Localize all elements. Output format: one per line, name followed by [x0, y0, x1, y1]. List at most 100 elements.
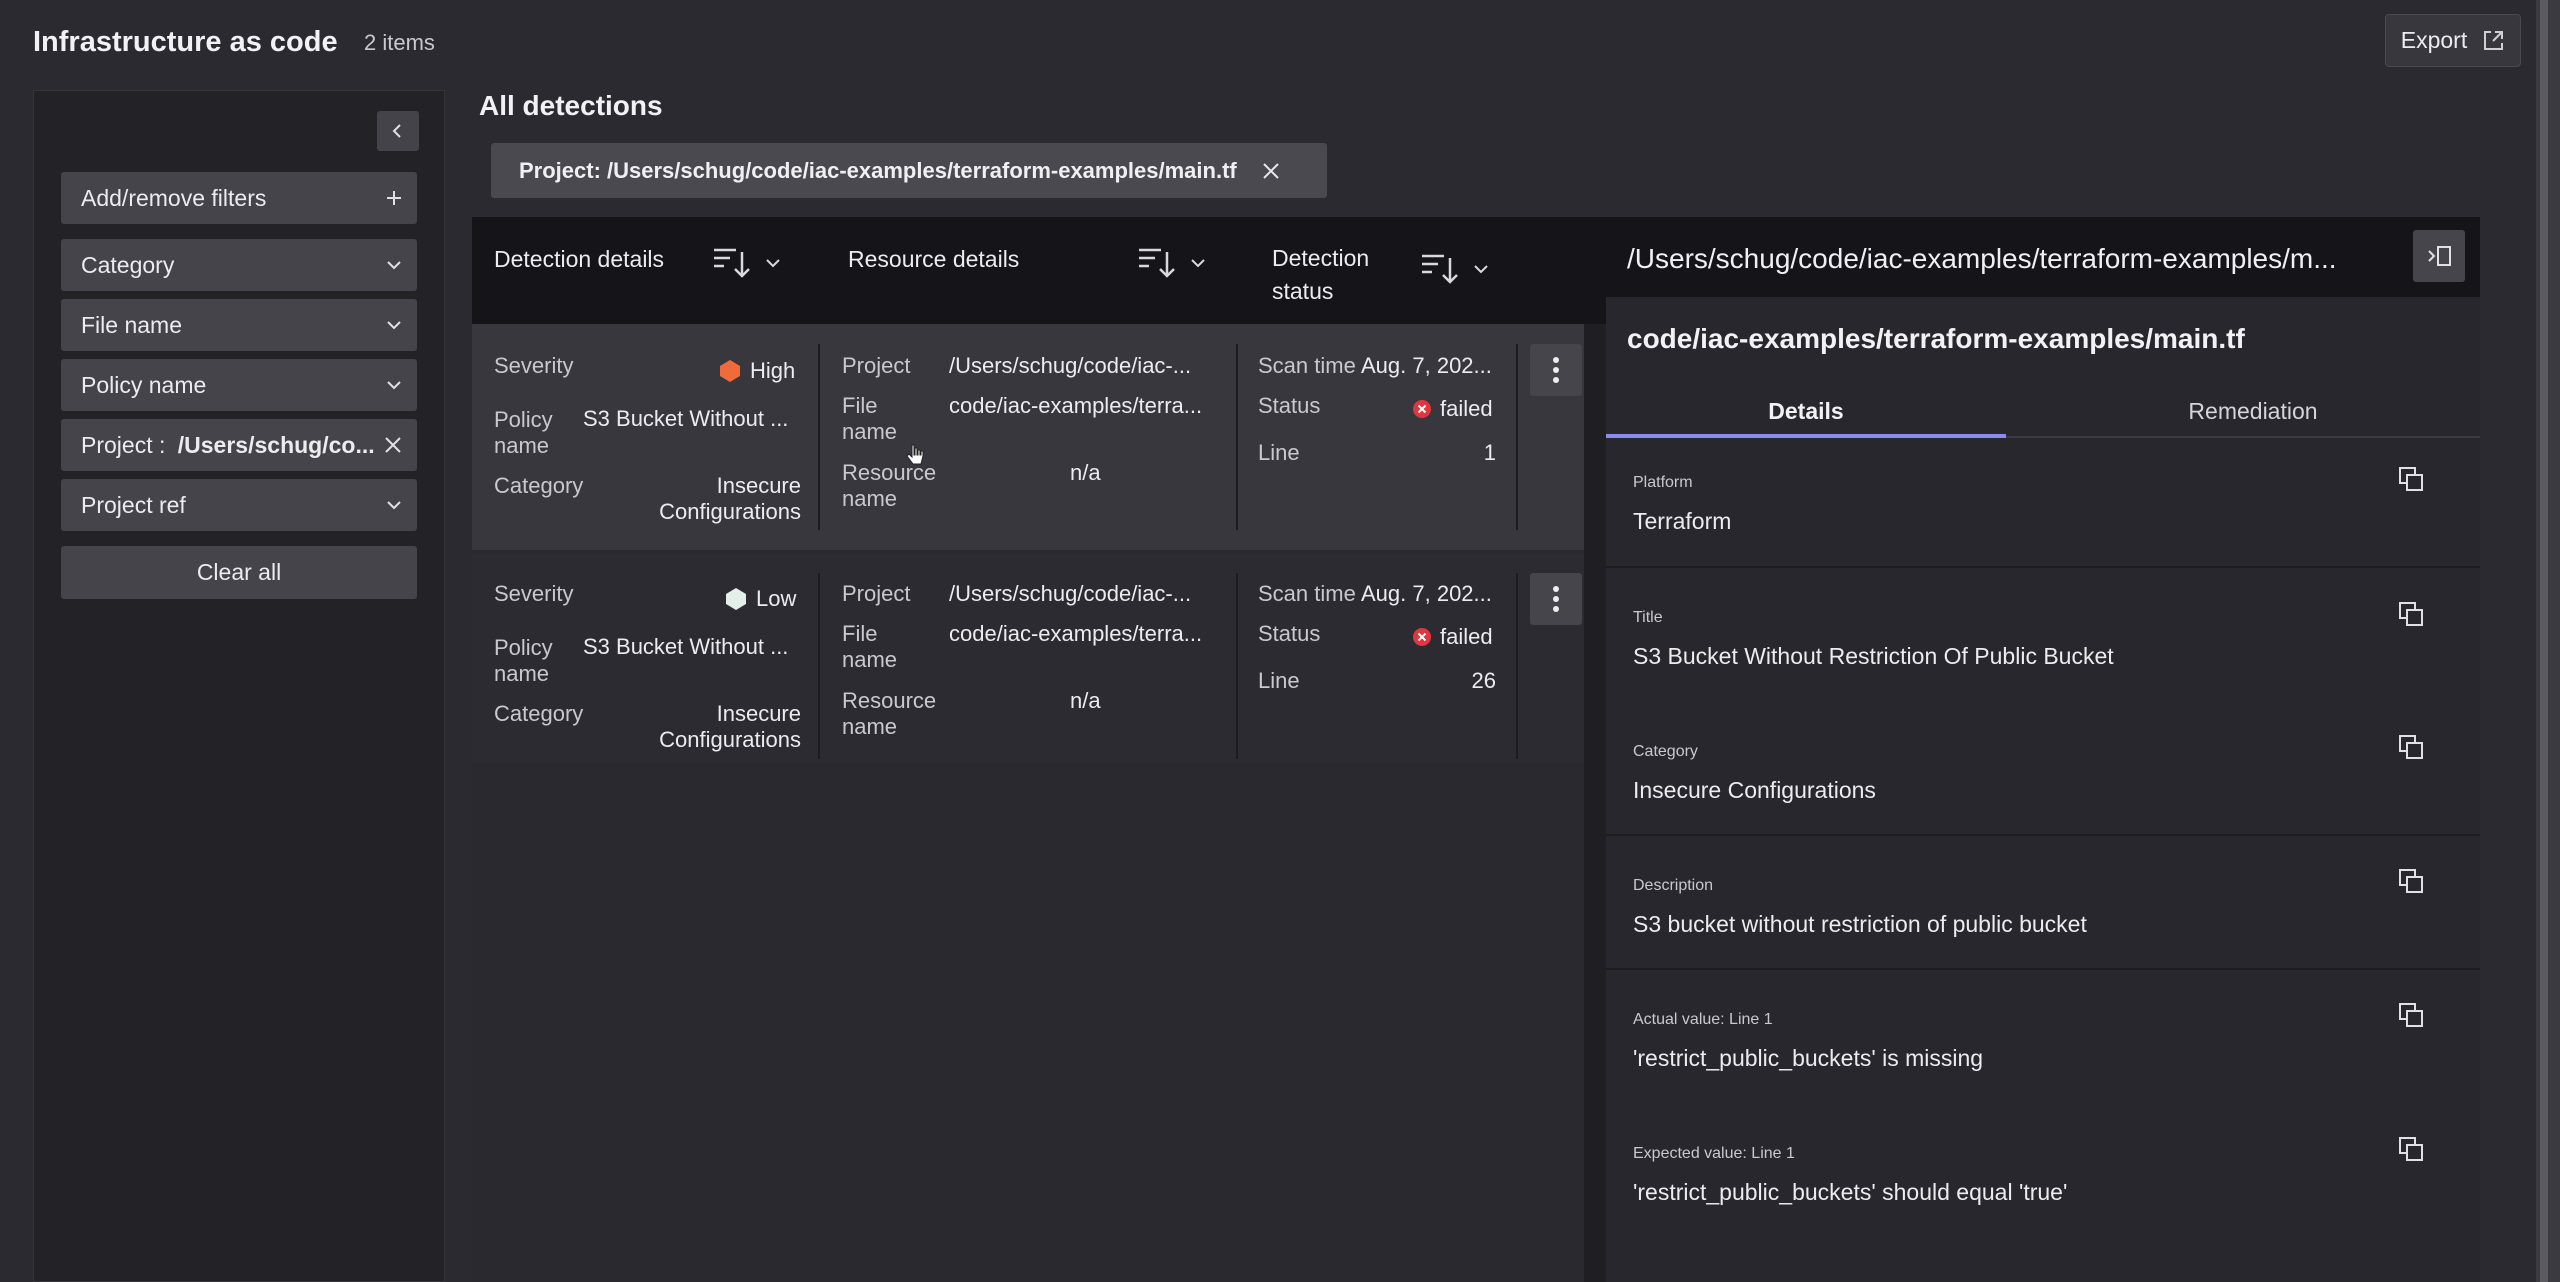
column-header-detection-status[interactable]: Detection status: [1272, 242, 1369, 308]
column-header-resource-details[interactable]: Resource details: [848, 246, 1019, 273]
value-line: Configurations: [659, 499, 801, 524]
sort-detection-details[interactable]: [712, 246, 782, 280]
tab-remediation[interactable]: Remediation: [2053, 398, 2453, 425]
policy-name-value: S3 Bucket Without ...: [583, 634, 789, 659]
export-label: Export: [2400, 27, 2468, 53]
resource-name-value: n/a: [1070, 688, 1101, 713]
table-scrollbar[interactable]: [1584, 324, 1606, 1282]
field-divider: [1606, 968, 2480, 970]
detail-panel: [1606, 217, 2480, 1282]
label-line: File: [842, 621, 878, 646]
filter-project-ref-dropdown[interactable]: Project ref: [61, 479, 417, 531]
field-label-category: Category: [1633, 743, 1698, 760]
detail-panel-title: code/iac-examples/terraform-examples/mai…: [1627, 323, 2245, 354]
copy-icon[interactable]: [2398, 1002, 2424, 1028]
column-header-line1: Detection: [1272, 245, 1370, 271]
severity-label: Severity: [494, 353, 574, 378]
field-value-category: Insecure Configurations: [1633, 777, 1876, 803]
column-divider: [818, 573, 820, 759]
filter-project-active[interactable]: Project : /Users/schug/co...: [61, 419, 417, 471]
copy-icon[interactable]: [2398, 868, 2424, 894]
clear-all-button[interactable]: Clear all: [61, 546, 417, 599]
row-actions-button[interactable]: [1530, 344, 1582, 396]
field-value-title: S3 Bucket Without Restriction Of Public …: [1633, 643, 2114, 669]
page-title: Infrastructure as code: [33, 26, 338, 58]
sort-detection-status[interactable]: [1420, 252, 1490, 286]
chevron-down-icon: [385, 379, 403, 391]
more-vertical-icon: [1552, 585, 1560, 613]
chevron-down-icon: [764, 257, 782, 269]
close-icon[interactable]: [1261, 161, 1281, 181]
mouse-cursor-icon: [906, 443, 924, 467]
page-scrollbar[interactable]: [2540, 0, 2548, 1282]
project-value: /Users/schug/code/iac-...: [949, 581, 1192, 606]
field-label-actual-value: Actual value: Line 1: [1633, 1011, 1773, 1028]
label-line: name: [842, 647, 898, 672]
column-divider: [1516, 344, 1518, 530]
status-value: failed: [1412, 396, 1493, 422]
sort-resource-details[interactable]: [1137, 246, 1207, 280]
label-line: Resource: [842, 688, 937, 713]
error-icon: [1412, 399, 1432, 419]
filter-label: Project ref: [81, 491, 186, 518]
tab-details[interactable]: Details: [1606, 398, 2006, 425]
close-icon[interactable]: [383, 435, 403, 455]
status-text: failed: [1440, 624, 1493, 649]
policy-name-value: S3 Bucket Without ...: [583, 406, 789, 431]
filter-file-name-dropdown[interactable]: File name: [61, 299, 417, 351]
copy-icon[interactable]: [2398, 466, 2424, 492]
filter-label: File name: [81, 311, 182, 338]
chevron-left-icon: [390, 123, 406, 139]
column-header-detection-details[interactable]: Detection details: [494, 246, 664, 273]
copy-icon[interactable]: [2398, 734, 2424, 760]
status-value: failed: [1412, 624, 1493, 650]
close-panel-button[interactable]: [2413, 230, 2465, 282]
scan-time-label: Scan time: [1258, 353, 1356, 378]
filter-policy-name-dropdown[interactable]: Policy name: [61, 359, 417, 411]
status-text: failed: [1440, 396, 1493, 421]
resource-name-value: n/a: [1070, 460, 1101, 485]
collapse-sidebar-button[interactable]: [377, 111, 419, 151]
field-label-title: Title: [1633, 609, 1663, 626]
section-heading: All detections: [479, 90, 663, 121]
file-name-value: code/iac-examples/terra...: [949, 621, 1203, 646]
line-value: 1: [1483, 440, 1496, 465]
filter-label: Project : /Users/schug/co...: [81, 432, 375, 459]
filter-label: Policy name: [81, 371, 207, 398]
panel-collapse-icon: [2426, 245, 2452, 267]
status-label: Status: [1258, 393, 1321, 418]
column-divider: [818, 344, 820, 530]
scan-time-label: Scan time: [1258, 581, 1356, 606]
scan-time-value: Aug. 7, 202...: [1361, 353, 1492, 378]
sort-icon: [1137, 246, 1177, 280]
copy-icon[interactable]: [2398, 601, 2424, 627]
filter-label: Category: [81, 251, 175, 278]
severity-label: Severity: [494, 581, 574, 606]
file-name-label: File name: [842, 621, 897, 673]
category-label: Category: [494, 473, 584, 498]
export-button[interactable]: Export: [2385, 14, 2521, 67]
active-filter-chip[interactable]: Project: /Users/schug/code/iac-examples/…: [491, 143, 1327, 198]
scan-time-value: Aug. 7, 202...: [1361, 581, 1492, 606]
field-label-expected-value: Expected value: Line 1: [1633, 1145, 1795, 1162]
category-value: Insecure Configurations: [600, 701, 801, 753]
column-divider: [1516, 573, 1518, 759]
file-name-value: code/iac-examples/terra...: [949, 393, 1203, 418]
filter-category-dropdown[interactable]: Category: [61, 239, 417, 291]
field-label-platform: Platform: [1633, 474, 1693, 491]
value-line: Insecure: [716, 701, 801, 726]
add-remove-filters-button[interactable]: Add/remove filters: [61, 172, 417, 224]
label-line: Policy: [494, 635, 553, 660]
column-header-line2: status: [1272, 278, 1334, 304]
chevron-down-icon: [385, 319, 403, 331]
row-actions-button[interactable]: [1530, 573, 1582, 625]
error-icon: [1412, 627, 1432, 647]
chevron-down-icon: [385, 499, 403, 511]
field-label-description: Description: [1633, 877, 1714, 894]
severity-text: High: [750, 358, 796, 383]
active-tab-indicator: [1606, 434, 2006, 438]
external-link-icon: [2481, 29, 2505, 53]
copy-icon[interactable]: [2398, 1136, 2424, 1162]
field-divider: [1606, 566, 2480, 568]
category-label: Category: [494, 701, 584, 726]
